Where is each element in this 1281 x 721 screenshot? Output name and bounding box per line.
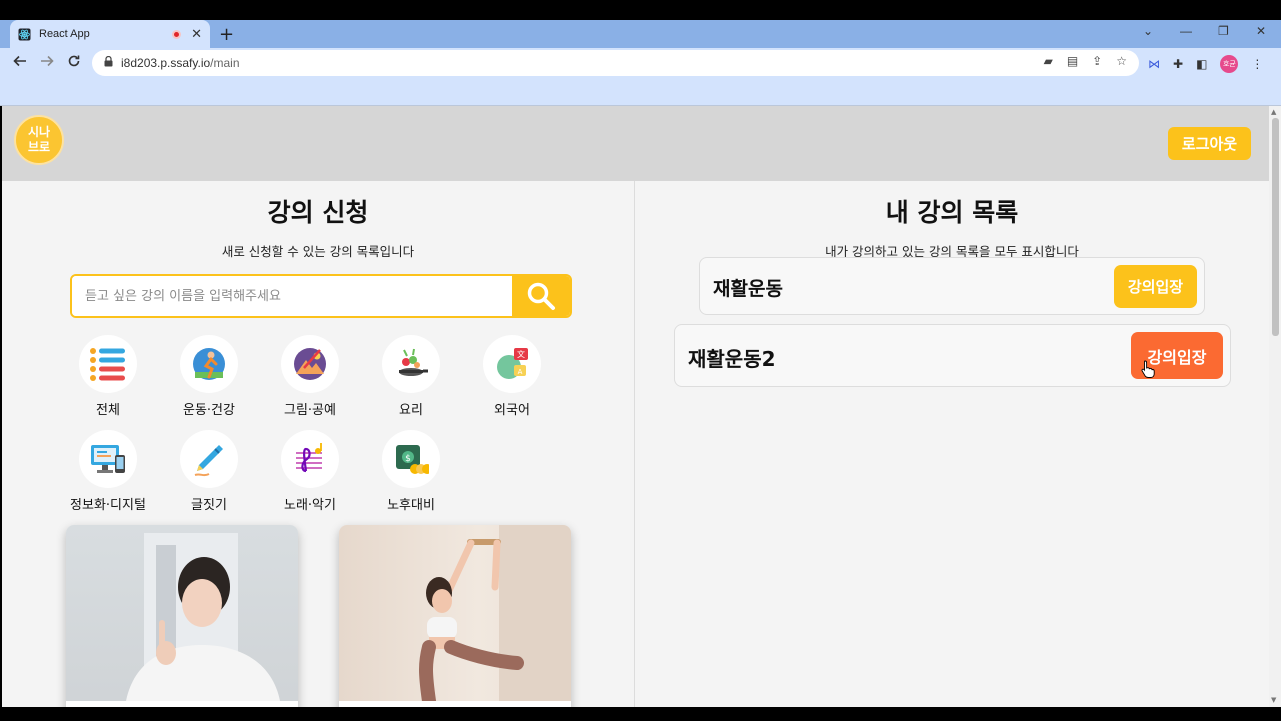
my-lecture-item: 재활운동 강의입장 bbox=[699, 257, 1205, 315]
category-label: 정보화·디지털 bbox=[70, 498, 146, 513]
web-page: 시나 브로 로그아웃 강의 신청 새로 신청할 수 있는 강의 목록입니다 전체 bbox=[2, 106, 1269, 707]
tab-title: React App bbox=[39, 28, 90, 40]
menu-icon[interactable]: ⋮ bbox=[1251, 57, 1263, 71]
profile-avatar[interactable]: 호균 bbox=[1220, 55, 1239, 73]
logo-text: 시나 브로 bbox=[27, 125, 51, 154]
apply-title: 강의 신청 bbox=[267, 198, 369, 227]
lecture-thumbnail bbox=[126, 533, 280, 701]
site-logo[interactable]: 시나 브로 bbox=[14, 115, 64, 165]
lecture-name: 재활운동 bbox=[713, 278, 783, 300]
category-digital[interactable]: 정보화·디지털 bbox=[58, 430, 158, 513]
category-label: 그림·공예 bbox=[284, 403, 336, 418]
scroll-thumb[interactable] bbox=[1272, 118, 1279, 336]
music-icon bbox=[281, 430, 339, 488]
category-label: 글짓기 bbox=[191, 498, 227, 513]
tab-search-icon[interactable]: ⌄ bbox=[1143, 24, 1153, 38]
cooking-icon bbox=[382, 335, 440, 393]
scroll-up-arrow-icon[interactable]: ▲ bbox=[1271, 108, 1276, 116]
taskbar-edge bbox=[0, 707, 1281, 721]
category-writing[interactable]: 글짓기 bbox=[159, 430, 259, 513]
category-label: 노래·악기 bbox=[284, 498, 336, 513]
apply-subtitle: 새로 신청할 수 있는 강의 목록입니다 bbox=[221, 244, 415, 259]
category-all[interactable]: 전체 bbox=[58, 335, 158, 418]
tab-close-icon[interactable]: ✕ bbox=[191, 27, 202, 42]
share-icon[interactable]: ⇪ bbox=[1092, 54, 1102, 68]
language-icon: 文A bbox=[483, 335, 541, 393]
browser-tab-bar: React App ✕ + ⌄ — ❐ ✕ bbox=[0, 20, 1281, 48]
address-bar[interactable]: i8d203.p.ssafy.io/main ▰ ▤ ⇪ ☆ bbox=[92, 50, 1139, 76]
side-panel-icon[interactable]: ◧ bbox=[1196, 57, 1207, 71]
lecture-thumbnail bbox=[419, 525, 571, 707]
category-exercise[interactable]: 운동·건강 bbox=[159, 335, 259, 418]
react-icon bbox=[18, 28, 31, 41]
browser-toolbar: i8d203.p.ssafy.io/main ▰ ▤ ⇪ ☆ ⋈ ✚ ◧ 호균 … bbox=[0, 48, 1281, 80]
search-icon bbox=[527, 282, 555, 310]
svg-text:A: A bbox=[518, 368, 523, 376]
my-lectures-section: 내 강의 목록 내가 강의하고 있는 강의 목록을 모두 표시합니다 재활운동 … bbox=[635, 181, 1269, 707]
exercise-icon bbox=[180, 335, 238, 393]
category-cooking[interactable]: 요리 bbox=[361, 335, 461, 418]
forward-arrow-icon[interactable] bbox=[40, 54, 54, 72]
lecture-apply-section: 강의 신청 새로 신청할 수 있는 강의 목록입니다 전체 운동·건강 bbox=[2, 181, 634, 707]
extension-icon[interactable]: ⋈ bbox=[1148, 57, 1160, 71]
category-retirement[interactable]: $ 노후대비 bbox=[361, 430, 461, 513]
screen: React App ✕ + ⌄ — ❐ ✕ i8d203.p.ssafy.io /… bbox=[0, 0, 1281, 721]
lecture-card[interactable] bbox=[339, 525, 571, 707]
lecture-search bbox=[70, 274, 572, 318]
svg-text:$: $ bbox=[405, 454, 411, 464]
new-tab-button[interactable]: + bbox=[219, 24, 234, 45]
category-label: 노후대비 bbox=[387, 498, 435, 513]
pen-icon bbox=[180, 430, 238, 488]
bookmark-star-icon[interactable]: ☆ bbox=[1116, 54, 1127, 68]
puzzle-icon[interactable]: ✚ bbox=[1173, 57, 1183, 71]
close-window-button[interactable]: ✕ bbox=[1256, 24, 1266, 38]
page-scrollbar[interactable]: ▲ ▼ bbox=[1269, 106, 1281, 707]
category-label: 외국어 bbox=[494, 403, 530, 418]
url-path: /main bbox=[210, 56, 240, 70]
site-header: 시나 브로 로그아웃 bbox=[2, 106, 1269, 181]
my-lectures-title: 내 강의 목록 bbox=[885, 198, 1019, 227]
list-icon bbox=[79, 335, 137, 393]
lecture-card[interactable] bbox=[66, 525, 298, 707]
scroll-down-arrow-icon[interactable]: ▼ bbox=[1271, 696, 1276, 704]
logout-button[interactable]: 로그아웃 bbox=[1168, 127, 1251, 160]
back-arrow-icon[interactable] bbox=[13, 54, 27, 72]
reload-icon[interactable] bbox=[67, 54, 81, 72]
search-button[interactable] bbox=[512, 276, 570, 316]
camera-icon[interactable]: ▰ bbox=[1044, 54, 1053, 68]
enter-lecture-button[interactable]: 강의입장 bbox=[1114, 265, 1197, 308]
restore-button[interactable]: ❐ bbox=[1218, 24, 1229, 38]
search-input[interactable] bbox=[72, 276, 512, 316]
svg-text:文: 文 bbox=[517, 349, 525, 359]
category-language[interactable]: 文A 외국어 bbox=[462, 335, 562, 418]
category-label: 요리 bbox=[399, 403, 423, 418]
lecture-name: 재활운동2 bbox=[688, 347, 776, 371]
bookmark-bar bbox=[0, 80, 1281, 106]
translate-icon[interactable]: ▤ bbox=[1067, 54, 1078, 68]
hand-cursor-icon bbox=[1141, 360, 1155, 378]
category-music[interactable]: 노래·악기 bbox=[260, 430, 360, 513]
computer-icon bbox=[79, 430, 137, 488]
recording-icon bbox=[172, 29, 182, 39]
url-host: i8d203.p.ssafy.io bbox=[121, 56, 211, 70]
category-art[interactable]: 그림·공예 bbox=[260, 335, 360, 418]
minimize-button[interactable]: — bbox=[1180, 24, 1192, 38]
lock-icon bbox=[104, 55, 113, 70]
art-icon bbox=[281, 335, 339, 393]
browser-tab[interactable]: React App ✕ bbox=[10, 20, 210, 48]
category-label: 전체 bbox=[96, 403, 120, 418]
category-label: 운동·건강 bbox=[183, 403, 235, 418]
money-icon: $ bbox=[382, 430, 440, 488]
